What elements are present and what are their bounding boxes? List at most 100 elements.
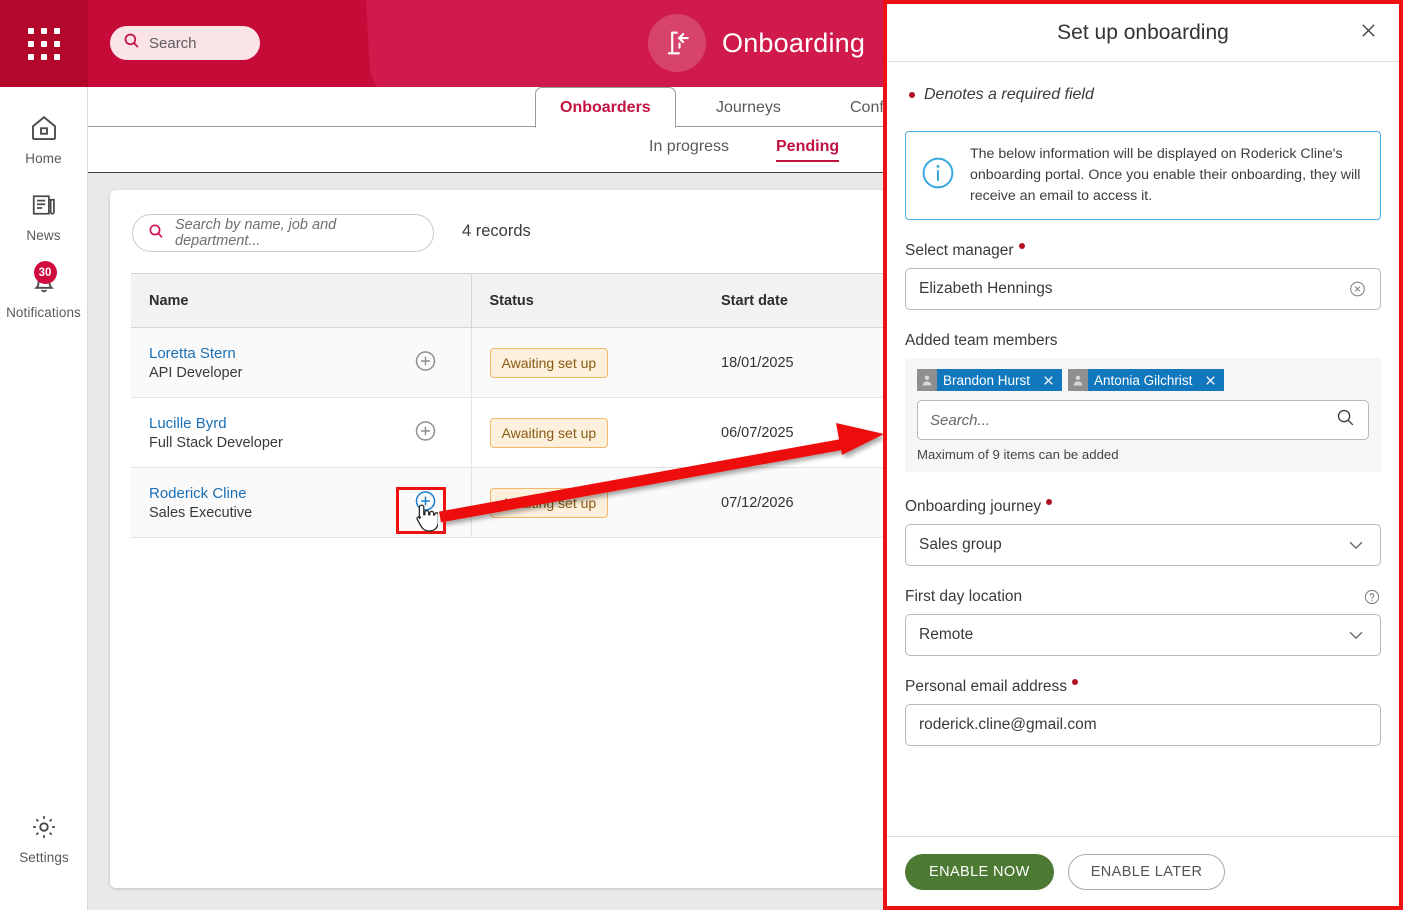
cell-status: Awaiting set up (471, 327, 703, 398)
status-badge: Awaiting set up (489, 487, 609, 518)
required-dot-icon (1046, 499, 1053, 506)
column-header-status[interactable]: Status (471, 273, 703, 328)
first-day-location-value: Remote (919, 626, 974, 644)
team-member-search-input[interactable]: Search... (917, 400, 1369, 441)
field-select-manager: Select manager Elizabeth Hennings (905, 242, 1381, 311)
help-circle-icon[interactable] (1363, 588, 1381, 606)
team-member-chip: Brandon Hurst (917, 369, 1063, 392)
enable-later-button[interactable]: ENABLE LATER (1067, 853, 1226, 890)
field-label-text: Onboarding journey (905, 498, 1042, 516)
enable-now-button[interactable]: ENABLE NOW (905, 853, 1054, 890)
personal-email-value: roderick.cline@gmail.com (919, 716, 1097, 734)
cell-status: Awaiting set up (471, 397, 703, 468)
cell-name: Roderick Cline Sales Executive (131, 467, 472, 538)
close-icon[interactable] (1042, 374, 1062, 387)
required-note-text: Denotes a required field (924, 86, 1094, 103)
header-title-group: Onboarding (648, 12, 865, 74)
modal-title: Set up onboarding (1057, 20, 1229, 44)
subtab-label: Pending (776, 138, 840, 155)
tab-label: Onboarders (560, 98, 651, 116)
field-label: Select manager (905, 242, 1381, 260)
field-team-members: Added team members Brandon Hurst Antonia… (905, 332, 1381, 473)
chevron-down-icon (1345, 624, 1367, 646)
cell-name: Lucille Byrd Full Stack Developer (131, 397, 472, 468)
search-icon (147, 222, 165, 245)
personal-email-field[interactable]: roderick.cline@gmail.com (905, 704, 1381, 747)
chevron-down-icon (1345, 534, 1367, 556)
plus-circle-icon[interactable] (414, 489, 437, 516)
first-day-location-select[interactable]: Remote (905, 614, 1381, 657)
plus-circle-icon[interactable] (414, 419, 437, 446)
user-avatar-icon (1068, 369, 1089, 392)
journey-value: Sales group (919, 536, 1002, 554)
sidebar-item-notifications[interactable]: 30 Notifications (0, 261, 88, 320)
field-label: Personal email address (905, 678, 1381, 696)
manager-select[interactable]: Elizabeth Hennings (905, 268, 1381, 311)
global-search-label: Search (149, 34, 197, 52)
required-field-note: Denotes a required field (905, 86, 1381, 104)
subtab-in-progress[interactable]: In progress (649, 138, 729, 160)
gear-icon (29, 810, 59, 844)
app-grid-button[interactable] (0, 0, 88, 87)
news-icon (30, 188, 58, 222)
cell-start-date: 07/12/2026 (703, 467, 903, 538)
modal-footer: ENABLE NOW ENABLE LATER (887, 836, 1399, 906)
status-badge: Awaiting set up (489, 417, 609, 448)
cell-name: Loretta Stern API Developer (131, 327, 472, 398)
column-header-start-date[interactable]: Start date (703, 273, 903, 328)
sidebar-item-news[interactable]: News (0, 188, 88, 243)
cell-status: Awaiting set up (471, 467, 703, 538)
global-search-input[interactable]: Search (110, 26, 260, 60)
app-grid-icon (27, 27, 60, 60)
field-label-text: Added team members (905, 332, 1058, 350)
manager-value: Elizabeth Hennings (919, 280, 1053, 298)
team-members-box: Brandon Hurst Antonia Gilchrist Search..… (905, 358, 1381, 473)
search-icon (122, 31, 141, 55)
status-badge: Awaiting set up (489, 347, 609, 378)
field-first-day-location: First day location Remote (905, 588, 1381, 657)
table-search-placeholder: Search by name, job and department... (175, 217, 337, 249)
required-dot-icon (1018, 243, 1025, 250)
table-search-input[interactable]: Search by name, job and department... (132, 214, 434, 252)
page-title: Onboarding (722, 27, 866, 58)
bell-icon: 30 (29, 261, 59, 299)
required-dot-icon (1071, 679, 1078, 686)
clear-circle-icon[interactable] (1348, 280, 1367, 299)
team-member-chip-list: Brandon Hurst Antonia Gilchrist (917, 369, 1369, 392)
notification-badge: 30 (33, 261, 57, 284)
journey-select[interactable]: Sales group (905, 524, 1381, 567)
home-icon (29, 111, 59, 145)
info-banner-text: The below information will be displayed … (970, 146, 1361, 205)
subtab-label: In progress (649, 138, 730, 155)
plus-circle-icon[interactable] (414, 349, 437, 376)
records-count: 4 records (462, 222, 531, 240)
team-member-name: Brandon Hurst (943, 372, 1031, 388)
sidebar-item-home[interactable]: Home (0, 111, 88, 166)
field-label: Added team members (905, 332, 1381, 350)
team-member-search-placeholder: Search... (930, 411, 991, 429)
field-label: First day location (905, 588, 1381, 606)
field-onboarding-journey: Onboarding journey Sales group (905, 498, 1381, 567)
sidebar-item-label: Notifications (6, 305, 81, 320)
close-icon[interactable] (1204, 374, 1224, 387)
sidebar-item-label: Home (25, 151, 62, 166)
team-member-chip: Antonia Gilchrist (1068, 369, 1225, 392)
field-label-text: Personal email address (905, 678, 1067, 696)
tab-journeys[interactable]: Journeys (692, 87, 805, 128)
field-label: Onboarding journey (905, 498, 1381, 516)
left-nav-rail: Home News 30 Notifications Settings (0, 0, 88, 910)
user-avatar-icon (917, 369, 937, 392)
column-header-name[interactable]: Name (131, 273, 472, 328)
tab-label: Journeys (716, 98, 781, 116)
field-personal-email: Personal email address roderick.cline@gm… (905, 678, 1381, 747)
close-icon[interactable] (1358, 20, 1379, 46)
required-dot-icon (909, 92, 915, 98)
app-root: Home News 30 Notifications Settings Sear… (0, 0, 1403, 910)
search-icon[interactable] (1335, 407, 1356, 433)
sidebar-item-settings[interactable]: Settings (0, 810, 88, 865)
modal-body: Denotes a required field The below infor… (887, 62, 1399, 836)
subtab-pending[interactable]: Pending (776, 138, 840, 162)
tab-onboarders[interactable]: Onboarders (535, 87, 676, 128)
info-icon (920, 155, 956, 196)
cell-start-date: 06/07/2025 (703, 397, 903, 468)
